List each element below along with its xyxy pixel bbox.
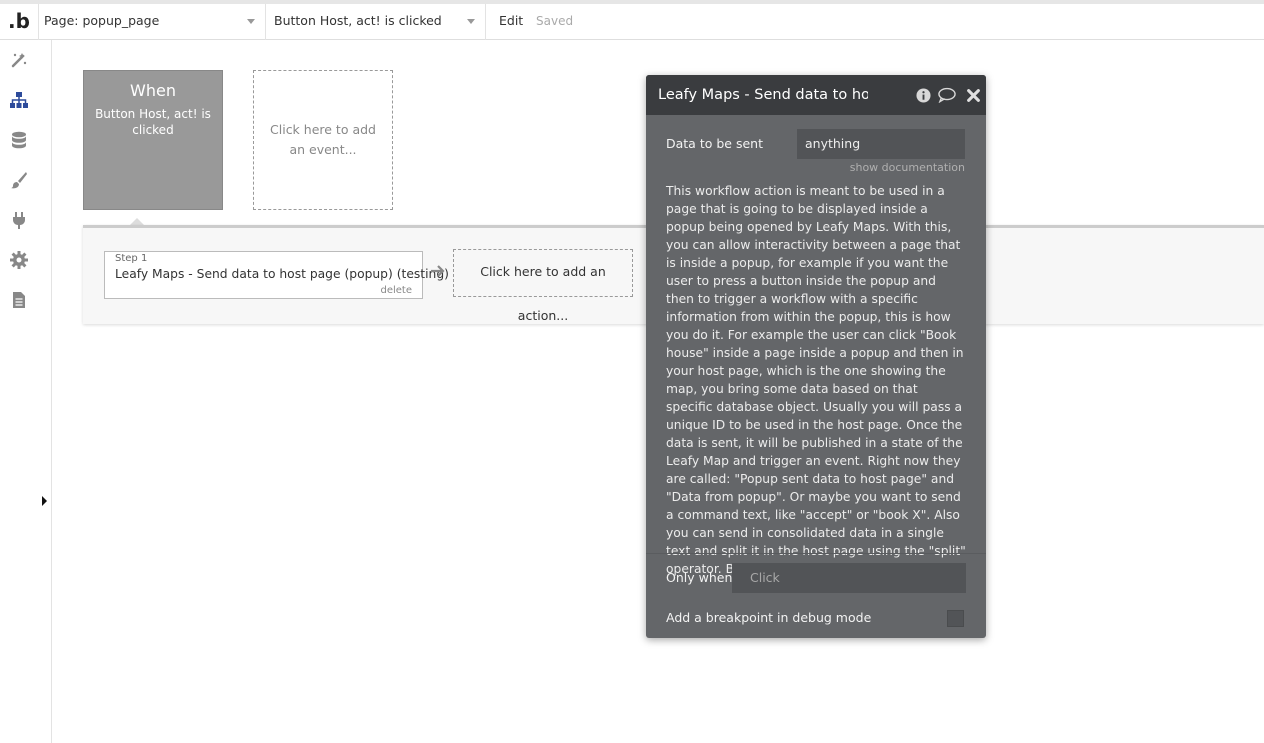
bubble-logo[interactable]: .b bbox=[0, 4, 39, 40]
styles-brush-icon[interactable] bbox=[9, 170, 29, 190]
chevron-down-icon bbox=[247, 19, 255, 24]
only-when-placeholder: Click bbox=[750, 570, 780, 585]
editor-sidebar bbox=[0, 40, 39, 743]
info-icon[interactable] bbox=[914, 86, 932, 104]
close-icon[interactable] bbox=[964, 86, 982, 104]
page-dropdown-label: Page: popup_page bbox=[44, 13, 160, 28]
property-editor-header[interactable]: Leafy Maps - Send data to host p bbox=[646, 75, 986, 115]
step-number: Step 1 bbox=[115, 253, 148, 264]
step-delete-link[interactable]: delete bbox=[380, 285, 412, 296]
edit-menu[interactable]: Edit bbox=[499, 4, 523, 40]
workflow-dropdown-label: Button Host, act! is clicked bbox=[274, 13, 442, 28]
data-to-send-label: Data to be sent bbox=[666, 136, 763, 151]
action-description: This workflow action is meant to be used… bbox=[666, 184, 966, 576]
data-to-send-value: anything bbox=[805, 136, 861, 151]
breakpoint-checkbox[interactable] bbox=[947, 610, 964, 627]
data-to-send-input[interactable]: anything bbox=[797, 129, 965, 159]
arrow-right-icon bbox=[431, 265, 445, 277]
logs-document-icon[interactable] bbox=[9, 290, 29, 310]
show-documentation-link[interactable]: show documentation bbox=[850, 161, 965, 174]
breakpoint-label: Add a breakpoint in debug mode bbox=[666, 610, 872, 625]
saved-status: Saved bbox=[536, 14, 574, 28]
workflow-step[interactable]: Step 1 Leafy Maps - Send data to host pa… bbox=[104, 251, 449, 299]
add-action-placeholder[interactable]: Click here to add an action... bbox=[453, 249, 633, 323]
expand-rail[interactable] bbox=[38, 40, 52, 743]
page-dropdown[interactable]: Page: popup_page bbox=[38, 4, 266, 40]
workflow-icon[interactable] bbox=[9, 90, 29, 110]
event-when-title: When bbox=[130, 81, 176, 100]
add-event-label: Click here to add an event... bbox=[270, 122, 376, 157]
chevron-down-icon bbox=[467, 19, 475, 24]
settings-gear-icon[interactable] bbox=[9, 250, 29, 270]
add-event-placeholder[interactable]: Click here to add an event... bbox=[253, 70, 393, 210]
expand-arrow-icon[interactable] bbox=[42, 496, 47, 506]
event-pointer bbox=[130, 218, 144, 225]
data-icon[interactable] bbox=[9, 130, 29, 150]
step-name: Leafy Maps - Send data to host page (pop… bbox=[115, 267, 449, 281]
design-icon[interactable] bbox=[9, 50, 29, 70]
comment-icon[interactable] bbox=[938, 86, 956, 104]
plugins-icon[interactable] bbox=[9, 210, 29, 230]
event-when-box[interactable]: When Button Host, act! is clicked bbox=[83, 70, 223, 210]
section-divider bbox=[646, 553, 986, 554]
only-when-input[interactable]: Click bbox=[732, 563, 966, 593]
top-bar: .b Page: popup_page Button Host, act! is… bbox=[0, 0, 1264, 40]
workflow-dropdown[interactable]: Button Host, act! is clicked bbox=[266, 4, 486, 40]
property-editor-title: Leafy Maps - Send data to host p bbox=[658, 87, 868, 103]
only-when-label: Only when bbox=[666, 570, 733, 585]
action-property-editor: Leafy Maps - Send data to host p Data to… bbox=[646, 75, 986, 638]
event-trigger-label: Button Host, act! is clicked bbox=[95, 107, 211, 137]
